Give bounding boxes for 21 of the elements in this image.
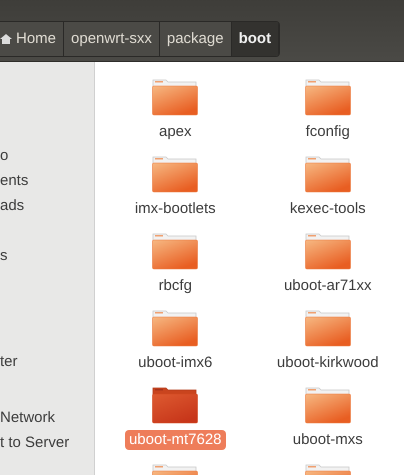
breadcrumb-button[interactable]: Home	[0, 22, 64, 56]
file-name[interactable]: apex	[154, 122, 196, 142]
sidebar-item[interactable]: ents	[0, 170, 28, 193]
sidebar-item[interactable]: Network	[0, 407, 56, 430]
sidebar-item[interactable]: ads	[0, 195, 24, 218]
file-name[interactable]: imx-bootlets	[130, 199, 220, 219]
file-name[interactable]: fconfig	[302, 122, 354, 142]
breadcrumb-button[interactable]: package	[160, 22, 232, 56]
file-name[interactable]: uboot-mxs	[288, 430, 367, 450]
breadcrumb-button[interactable]: openwrt-sxx	[64, 22, 160, 56]
file-name[interactable]: uboot-kirkwood	[272, 353, 383, 373]
sidebar-item[interactable]: o	[0, 145, 8, 168]
file-name[interactable]: uboot-ar71xx	[280, 276, 376, 296]
file-name[interactable]: kexec-tools	[286, 199, 370, 219]
home-icon	[0, 33, 12, 45]
sidebar-item[interactable]: s	[0, 245, 8, 268]
sidebar-item[interactable]: t to Server	[0, 432, 70, 455]
sidebar-item[interactable]: ter	[0, 351, 18, 374]
breadcrumb-button[interactable]: boot	[232, 22, 280, 56]
file-name[interactable]: uboot-imx6	[134, 353, 216, 373]
file-name[interactable]: rbcfg	[154, 276, 196, 296]
